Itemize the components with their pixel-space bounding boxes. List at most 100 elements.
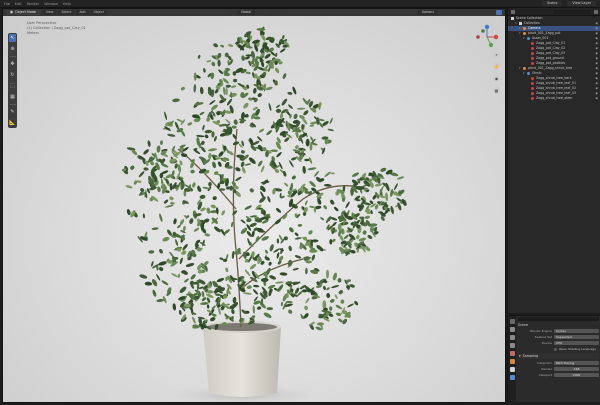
orientation-selector[interactable]: Global [237,10,256,15]
viewport-display-tools: Options [417,10,505,15]
texture-tab-icon[interactable] [509,375,515,380]
perspective-toggle-icon[interactable]: ▦ [493,87,500,94]
object-mode-icon: ▣ [10,10,14,14]
overlay-toggle-icon[interactable] [456,10,462,15]
menu-edit[interactable]: Edit [15,2,22,6]
zoom-icon[interactable]: ⌕ [493,51,500,58]
shading-solid-icon[interactable] [480,10,486,15]
world-tab-icon[interactable] [509,359,515,364]
mode-selector[interactable]: ▣ Object Mode [6,10,40,15]
plant-render [121,26,407,402]
object-icon [523,27,526,30]
properties-body: Scene Render Engine Cycles Feature Set S… [518,316,599,378]
object-icon [523,67,526,70]
gizmo-toggle-icon[interactable] [448,10,454,15]
render-samples-field[interactable]: 128 [554,367,599,371]
mesh-icon [531,92,534,95]
outliner-row[interactable]: Zagg_shrub_tree_stem ◉ [508,96,600,101]
view-layer-selector[interactable]: View Layer [567,1,596,6]
snap-icon[interactable] [267,10,274,15]
shading-wireframe-icon[interactable] [472,10,478,15]
modifier-icon [527,37,530,40]
pivot-icon[interactable] [258,10,265,15]
z-axis-icon [484,24,490,30]
top-bar: File Edit Render Window Help Scene View … [0,0,600,8]
mesh-icon [531,62,534,65]
properties-search-input[interactable] [518,317,599,321]
filter-icon[interactable] [594,9,598,14]
rotate-icon[interactable]: ↻ [9,71,16,79]
osl-checkbox-row[interactable]: Open Shading Language [518,346,599,352]
visibility-icon[interactable] [440,10,446,15]
menu-object[interactable]: Object [90,10,107,15]
collection-icon [511,17,514,20]
collection-tab-icon[interactable] [509,367,515,372]
menu-add[interactable]: Add [76,10,89,15]
pan-hand-icon[interactable]: ✋ [493,63,500,70]
shading-rendered-icon[interactable] [496,10,502,15]
orientation-icon[interactable] [228,10,234,15]
modifier-icon [527,72,530,75]
pot-body [203,327,281,397]
chevron-down-icon: ▾ [519,354,521,358]
render-tab-icon[interactable] [509,327,515,332]
units-info: Meters [27,31,39,35]
viewport-samples-field[interactable]: 1000 [554,373,599,377]
viewport-nav-buttons: ⌕ ✋ ◉ ▦ [493,51,500,94]
options-dropdown[interactable]: Options [417,10,438,15]
shading-material-icon[interactable] [488,10,494,15]
transform-icon[interactable]: ▦ [9,93,16,101]
outliner-type-icon[interactable] [511,9,515,14]
menu-window[interactable]: Window [44,2,58,6]
output-tab-icon[interactable] [509,335,515,340]
view-layer-tab-icon[interactable] [509,343,515,348]
mesh-icon [531,57,534,60]
render-engine-select[interactable]: Cycles [554,329,599,333]
outliner-row-label: Zagg_shrub_tree_stem [536,96,573,100]
scene-selector[interactable]: Scene [542,1,563,6]
mesh-icon [531,97,534,100]
annotate-icon[interactable]: ✎ [9,108,16,116]
tool-shelf: ↖ ⊕ ✥ ↻ ⬚ ▦ ✎ 📐 [8,33,17,128]
outliner-header [508,8,600,16]
device-select[interactable]: CPU [554,341,599,345]
main-menu: File Edit Render Window Help [0,2,71,6]
mesh-icon [531,87,534,90]
object-icon [523,32,526,35]
menu-view[interactable]: View [42,10,57,15]
proportional-edit-icon[interactable] [276,10,283,15]
camera-view-icon[interactable]: ◉ [493,75,500,82]
x-axis-icon [493,34,499,40]
tool-divider [9,56,16,57]
xray-icon[interactable] [464,10,470,15]
tool-tab-icon[interactable] [509,319,515,324]
outliner-tree: ▾ Collection ◉ ▾ Camera ◉ ▾ plant_001_Zagg_pot ◉… [508,21,600,101]
select-box-icon[interactable]: ↖ [9,34,16,42]
viewport-header: ▣ Object Mode View Select Add Object Glo… [3,9,505,16]
integrator-select[interactable]: Path Tracing [554,361,599,365]
3d-viewport[interactable]: ▣ Object Mode View Select Add Object Glo… [2,8,506,403]
properties-tabs [508,316,516,405]
outliner-panel: Scene Collection ▾ Collection ◉ ▾ Camera ◉ ▾ pl… [507,8,600,313]
outliner-search-input[interactable] [553,9,591,14]
feature-set-select[interactable]: Supported [554,335,599,339]
visibility-eye-icon[interactable]: ◉ [595,96,598,101]
viewport-menus: View Select Add Object [42,10,107,15]
properties-panel: Scene Render Engine Cycles Feature Set S… [507,315,600,405]
y-axis-icon [488,42,494,48]
scene-tab-icon[interactable] [509,351,515,356]
sampling-section-header[interactable]: ▾ Sampling [518,353,599,359]
scale-icon[interactable]: ⬚ [9,82,16,90]
menu-select[interactable]: Select [58,10,75,15]
mesh-icon [531,82,534,85]
osl-checkbox[interactable] [554,347,557,351]
menu-file[interactable]: File [4,2,10,6]
cursor-icon[interactable]: ⊕ [9,45,16,53]
measure-icon[interactable]: 📐 [9,119,16,127]
menu-help[interactable]: Help [63,2,71,6]
tool-divider [9,104,16,105]
mesh-icon [531,52,534,55]
move-icon[interactable]: ✥ [9,60,16,68]
topbar-right: Scene View Layer [542,1,600,6]
menu-render[interactable]: Render [27,2,39,6]
